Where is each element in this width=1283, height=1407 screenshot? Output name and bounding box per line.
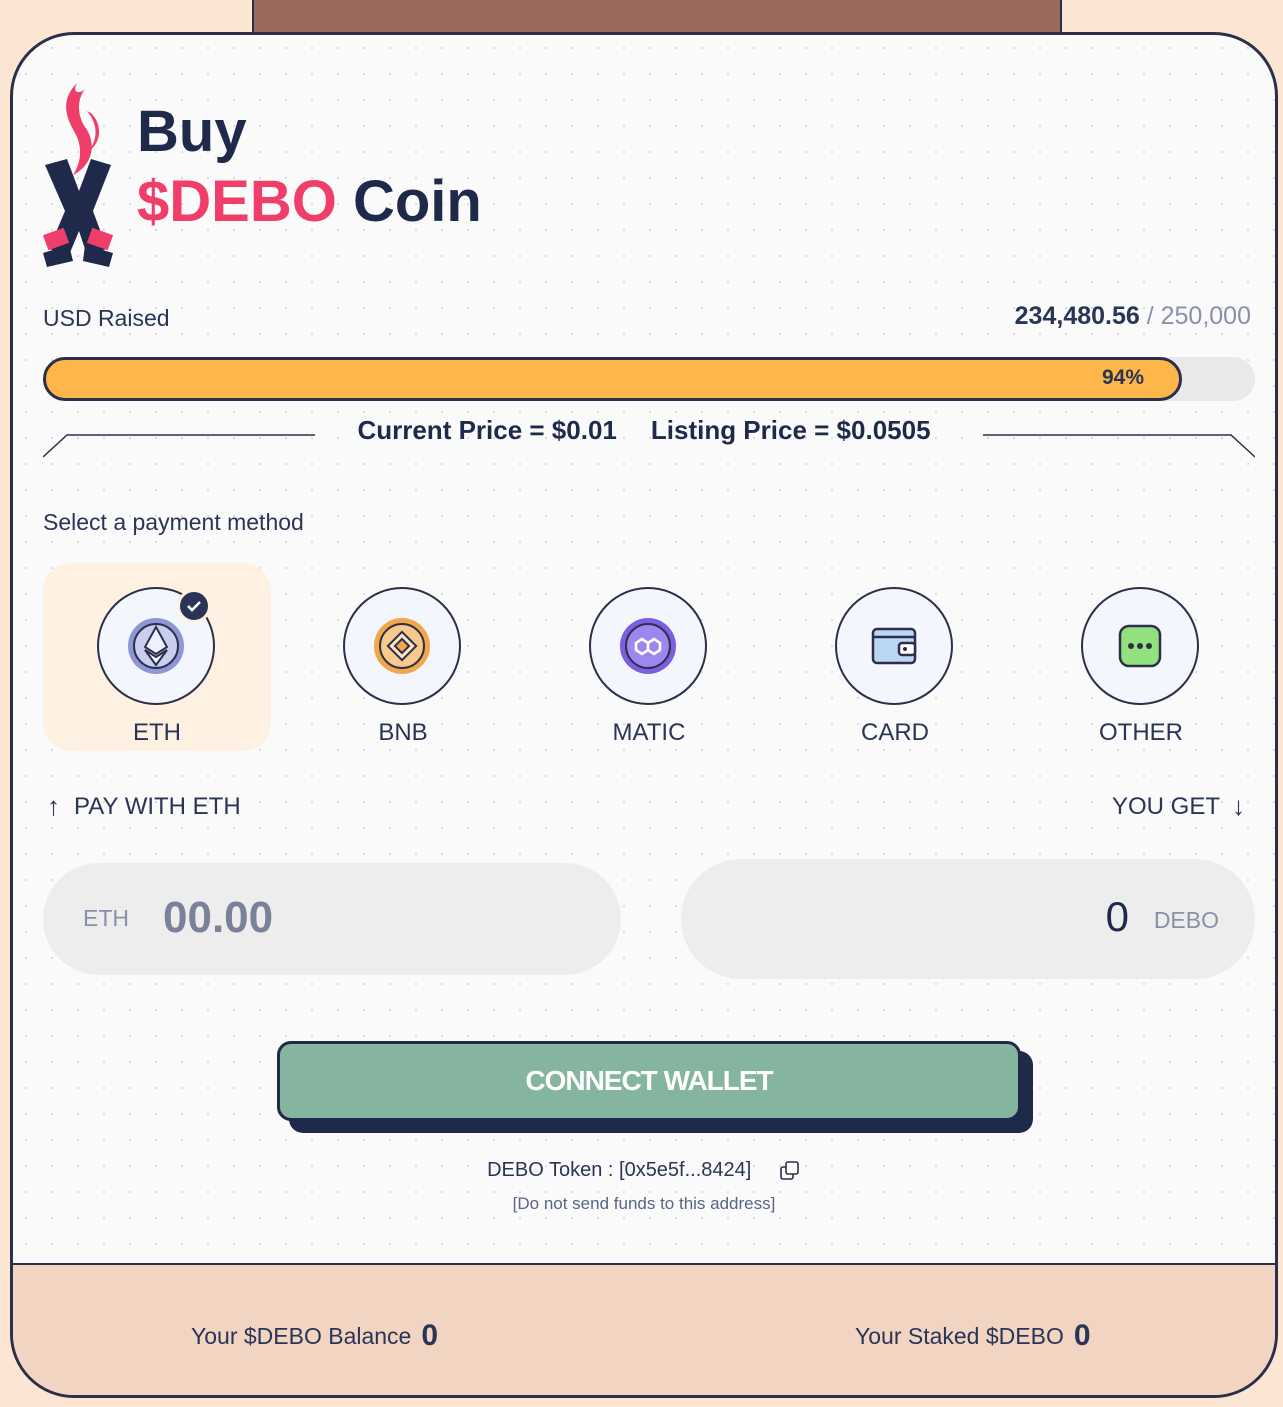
listing-price: Listing Price = $0.0505 [650,415,931,445]
matic-icon [620,618,676,674]
receive-amount: 0 [1105,893,1129,940]
other-ring [1081,587,1199,705]
payment-method-other[interactable]: OTHER [1027,563,1255,751]
token-warning: [Do not send funds to this address] [512,1194,776,1213]
payment-method-bnb[interactable]: BNB [289,563,517,751]
debo-balance: Your $DEBO Balance 0 [191,1319,439,1352]
card-ring [835,587,953,705]
raise-progress-fill [43,357,1182,401]
usd-raised-value: 234,480.56 / 250,000 [1015,302,1251,331]
more-icon [1118,624,1162,668]
balance-footer: Your $DEBO Balance 0 Your Staked $DEBO 0 [13,1263,1275,1395]
pay-with-label: ↑ PAY WITH ETH [47,791,241,821]
raised-current: 234,480.56 [1014,302,1140,330]
usd-raised-label: USD Raised [43,305,170,331]
pay-currency: ETH [83,905,129,931]
eth-icon [128,618,184,674]
raise-progress-label: 94% [1102,366,1145,389]
payment-method-eth[interactable]: ETH [43,563,271,751]
payment-method-label-eth: ETH [133,719,181,746]
arrow-down-icon: ↓ [1232,791,1245,821]
bnb-ring [343,587,461,705]
debo-balance-value: 0 [421,1319,439,1352]
arrow-up-icon: ↑ [47,791,60,821]
buy-widget: Buy $DEBO Coin USD Raised 234,480.56 / 2… [10,32,1278,1398]
payment-method-matic[interactable]: MATIC [535,563,763,751]
page-title: Buy $DEBO Coin [137,103,482,231]
payment-method-label-card: CARD [860,719,929,746]
current-price: Current Price = $0.01 [357,415,617,445]
pay-amount-input[interactable] [161,887,585,949]
title-buy: Buy [137,99,247,164]
raise-progress-bar: 94% [43,357,1255,401]
payment-method-label-other: OTHER [1099,719,1183,746]
receive-unit: DEBO [1153,907,1219,933]
you-get-label: YOU GET ↓ [1111,791,1245,821]
matic-ring [589,587,707,705]
payment-method-label: Select a payment method [43,509,304,535]
payment-methods: ETH BNB MATIC CARD OTHER [43,563,1255,753]
pay-amount-field[interactable]: ETH [43,863,621,975]
payment-method-card[interactable]: CARD [781,563,1009,751]
debo-logo-icon [42,83,114,267]
price-info: Current Price = $0.01 Listing Price = $0.… [13,415,1275,446]
raised-target: 250,000 [1160,302,1251,330]
payment-method-label-matic: MATIC [612,719,686,746]
payment-method-label-bnb: BNB [378,719,428,746]
selected-check-icon [177,589,211,623]
staked-balance: Your Staked $DEBO 0 [855,1319,1091,1352]
token-address-text: DEBO Token : [0x5e5f...8424] [487,1159,752,1181]
wallet-card-icon [871,627,917,665]
staked-balance-value: 0 [1073,1319,1091,1352]
title-token: $DEBO [137,169,337,234]
raised-separator: / [1139,302,1161,330]
title-coin: Coin [352,169,482,234]
receive-amount-field: 0 DEBO [681,859,1255,979]
token-address: DEBO Token : [0x5e5f...8424] [13,1159,1275,1182]
bnb-icon [374,618,430,674]
copy-icon[interactable] [779,1160,801,1182]
connect-wallet-button[interactable]: CONNECT WALLET [277,1041,1021,1121]
